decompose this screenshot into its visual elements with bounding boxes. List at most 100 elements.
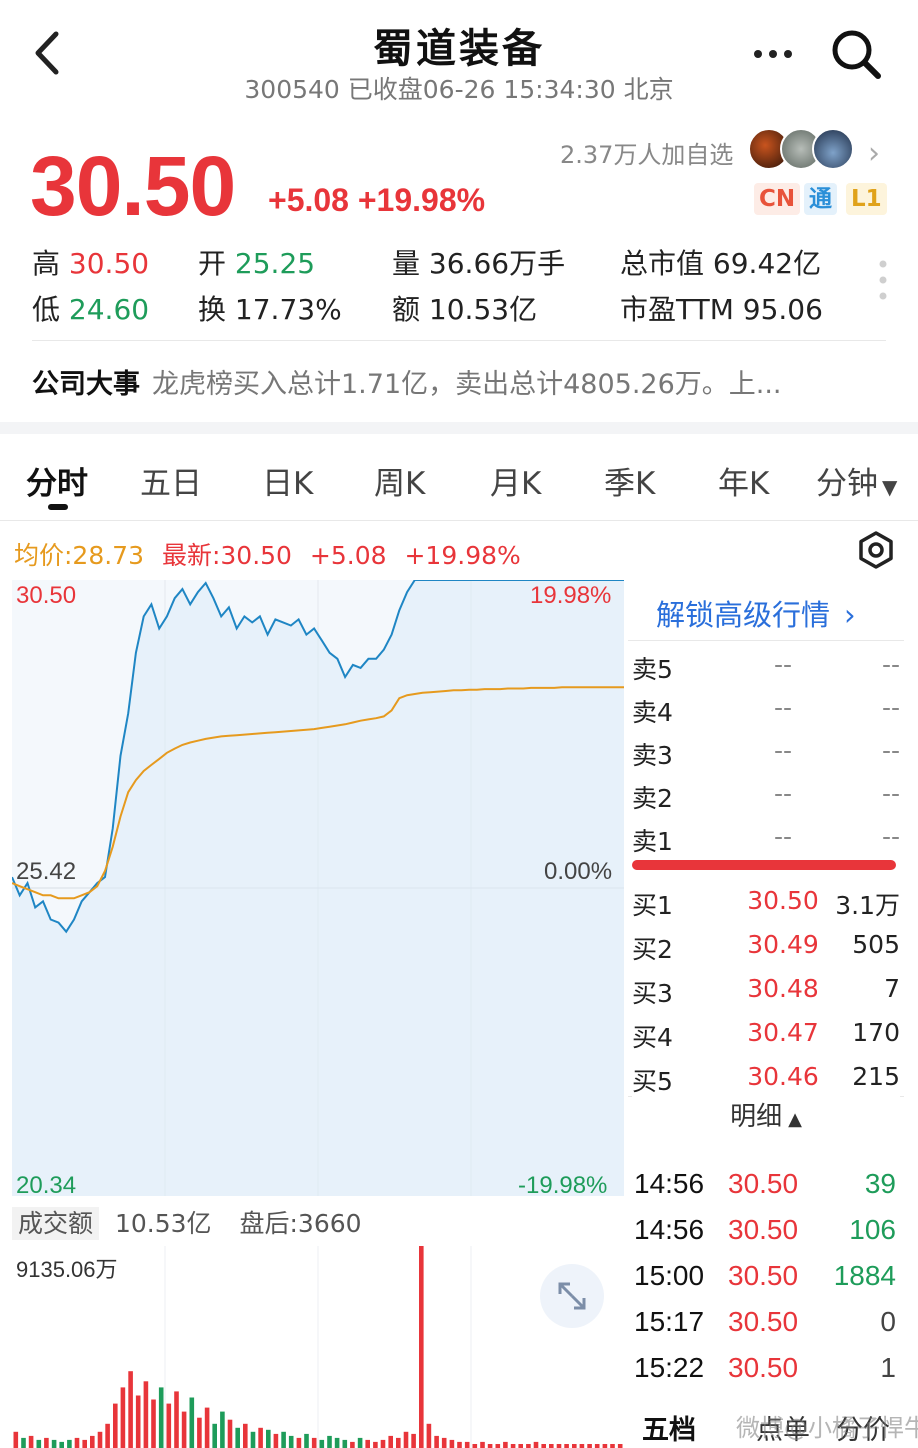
ask-price: -- bbox=[773, 779, 793, 808]
volume-bar bbox=[610, 1444, 615, 1448]
unlock-label: 解锁高级行情 bbox=[656, 598, 831, 632]
chevron-right-icon[interactable]: › bbox=[868, 136, 880, 171]
volume-bar bbox=[388, 1435, 393, 1448]
avatar bbox=[812, 128, 854, 170]
volume-bar bbox=[113, 1403, 118, 1448]
volume-bar bbox=[449, 1439, 455, 1448]
price-chart[interactable] bbox=[12, 580, 624, 1196]
tab-weekly-k[interactable]: 周K bbox=[374, 458, 425, 503]
volume-bar bbox=[434, 1435, 439, 1448]
latest-price-text: 最新:30.50 bbox=[161, 541, 292, 570]
chart-tabs: 分时 五日 日K 周K 月K 季K 年K 分钟 ▼ bbox=[0, 450, 918, 510]
ask-volume: -- bbox=[881, 736, 900, 765]
volume-bar bbox=[617, 1444, 623, 1448]
ask-row[interactable]: 卖4 -- -- bbox=[632, 687, 900, 727]
tab-yearly-k[interactable]: 年K bbox=[718, 458, 769, 503]
volume-bar bbox=[350, 1441, 355, 1448]
latest-pct-text: +19.98% bbox=[404, 541, 521, 570]
pct-mid-label: 0.00% bbox=[544, 858, 613, 885]
bid-row[interactable]: 买1 30.50 3.1万 bbox=[632, 880, 900, 920]
volume-bar bbox=[97, 1431, 103, 1448]
badge-connect[interactable]: 通 bbox=[804, 183, 837, 215]
volume-bar bbox=[457, 1441, 462, 1448]
bid-ask-separator bbox=[632, 860, 896, 870]
ask-level: 卖5 bbox=[632, 655, 673, 684]
trade-detail-toggle[interactable]: 明细 ▲ bbox=[632, 1096, 900, 1140]
volume-bar bbox=[365, 1439, 370, 1448]
tick-price: 30.50 bbox=[728, 1168, 799, 1199]
tab-five-levels[interactable]: 五档 bbox=[642, 1408, 696, 1447]
bid-level: 买2 bbox=[632, 935, 673, 964]
ask-row[interactable]: 卖5 -- -- bbox=[632, 644, 900, 684]
volume-bar bbox=[464, 1441, 470, 1448]
volume-bar bbox=[495, 1444, 501, 1448]
ask-price: -- bbox=[773, 736, 793, 765]
ask-row[interactable]: 卖1 -- -- bbox=[632, 816, 900, 856]
stat-value: 30.50 bbox=[68, 247, 150, 280]
bid-row[interactable]: 买5 30.46 215 bbox=[632, 1056, 900, 1096]
ask-price: -- bbox=[773, 822, 793, 851]
pct-max-label: 19.98% bbox=[530, 582, 612, 609]
volume-bar bbox=[357, 1437, 363, 1448]
bid-row[interactable]: 买3 30.48 7 bbox=[632, 968, 900, 1008]
volume-bar bbox=[227, 1419, 233, 1448]
more-button[interactable] bbox=[748, 30, 798, 70]
tick-volume: 106 bbox=[849, 1214, 896, 1245]
volume-bar bbox=[174, 1391, 179, 1448]
volume-bar bbox=[342, 1439, 348, 1448]
volume-bar bbox=[373, 1441, 378, 1448]
stat-pe-ttm: 市盈TTM 95.06 bbox=[620, 288, 823, 328]
volume-bar bbox=[21, 1437, 26, 1448]
badge-l1[interactable]: L1 bbox=[846, 183, 887, 215]
volume-bar bbox=[13, 1431, 19, 1448]
ask-row[interactable]: 卖3 -- -- bbox=[632, 730, 900, 770]
ask-level: 卖2 bbox=[632, 784, 673, 813]
active-tab-indicator bbox=[48, 504, 68, 510]
volume-bar bbox=[403, 1431, 409, 1448]
tab-intraday[interactable]: 分时 bbox=[26, 458, 88, 503]
volume-bar bbox=[36, 1439, 42, 1448]
ask-price: -- bbox=[773, 650, 793, 679]
search-button[interactable] bbox=[828, 26, 884, 82]
tick-volume: 1 bbox=[880, 1352, 896, 1383]
tab-daily-k[interactable]: 日K bbox=[262, 458, 313, 503]
chart-settings-button[interactable] bbox=[856, 530, 896, 570]
volume-bar bbox=[419, 1246, 424, 1448]
ask-price: -- bbox=[773, 693, 793, 722]
tab-monthly-k[interactable]: 月K bbox=[490, 458, 541, 503]
stat-value: 17.73% bbox=[234, 293, 342, 326]
ask-row[interactable]: 卖2 -- -- bbox=[632, 773, 900, 813]
volume-bar bbox=[288, 1435, 294, 1448]
volume-max-label: 9135.06万 bbox=[16, 1257, 118, 1282]
stat-label: 量 bbox=[392, 247, 421, 280]
bid-row[interactable]: 买4 30.47 170 bbox=[632, 1012, 900, 1052]
bid-price: 30.47 bbox=[747, 1018, 819, 1047]
badge-cn[interactable]: CN bbox=[754, 183, 801, 215]
volume-bar bbox=[151, 1399, 156, 1448]
fullscreen-button[interactable] bbox=[540, 1264, 604, 1328]
tab-minute[interactable]: 分钟 ▼ bbox=[816, 458, 897, 503]
tab-five-day[interactable]: 五日 bbox=[140, 458, 202, 503]
volume-bar bbox=[235, 1427, 240, 1448]
bid-level: 买3 bbox=[632, 979, 673, 1008]
volume-bar bbox=[258, 1427, 263, 1448]
volume-bar bbox=[319, 1439, 325, 1448]
volume-bar bbox=[510, 1444, 516, 1448]
volume-bar bbox=[396, 1437, 401, 1448]
expand-stats-icon[interactable] bbox=[876, 258, 890, 302]
volume-bar bbox=[59, 1441, 64, 1448]
events-text: 龙虎榜买入总计1.71亿，卖出总计4805.26万。上... bbox=[152, 369, 782, 400]
volume-bar bbox=[158, 1387, 164, 1448]
ask-volume: -- bbox=[881, 779, 900, 808]
tab-quarterly-k[interactable]: 季K bbox=[604, 458, 655, 503]
volume-bar bbox=[128, 1371, 133, 1448]
company-events[interactable]: 公司大事 龙虎榜买入总计1.71亿，卖出总计4805.26万。上... bbox=[32, 362, 782, 401]
volume-bar bbox=[541, 1444, 546, 1448]
price-mid-label: 25.42 bbox=[16, 858, 77, 885]
stat-amount: 额 10.53亿 bbox=[392, 288, 537, 328]
volume-bar bbox=[166, 1403, 172, 1448]
bid-level: 买5 bbox=[632, 1067, 673, 1096]
bid-row[interactable]: 买2 30.49 505 bbox=[632, 924, 900, 964]
unlock-advanced-quotes[interactable]: 解锁高级行情 › bbox=[656, 592, 856, 634]
follower-count[interactable]: 2.37万人加自选 bbox=[560, 135, 733, 170]
